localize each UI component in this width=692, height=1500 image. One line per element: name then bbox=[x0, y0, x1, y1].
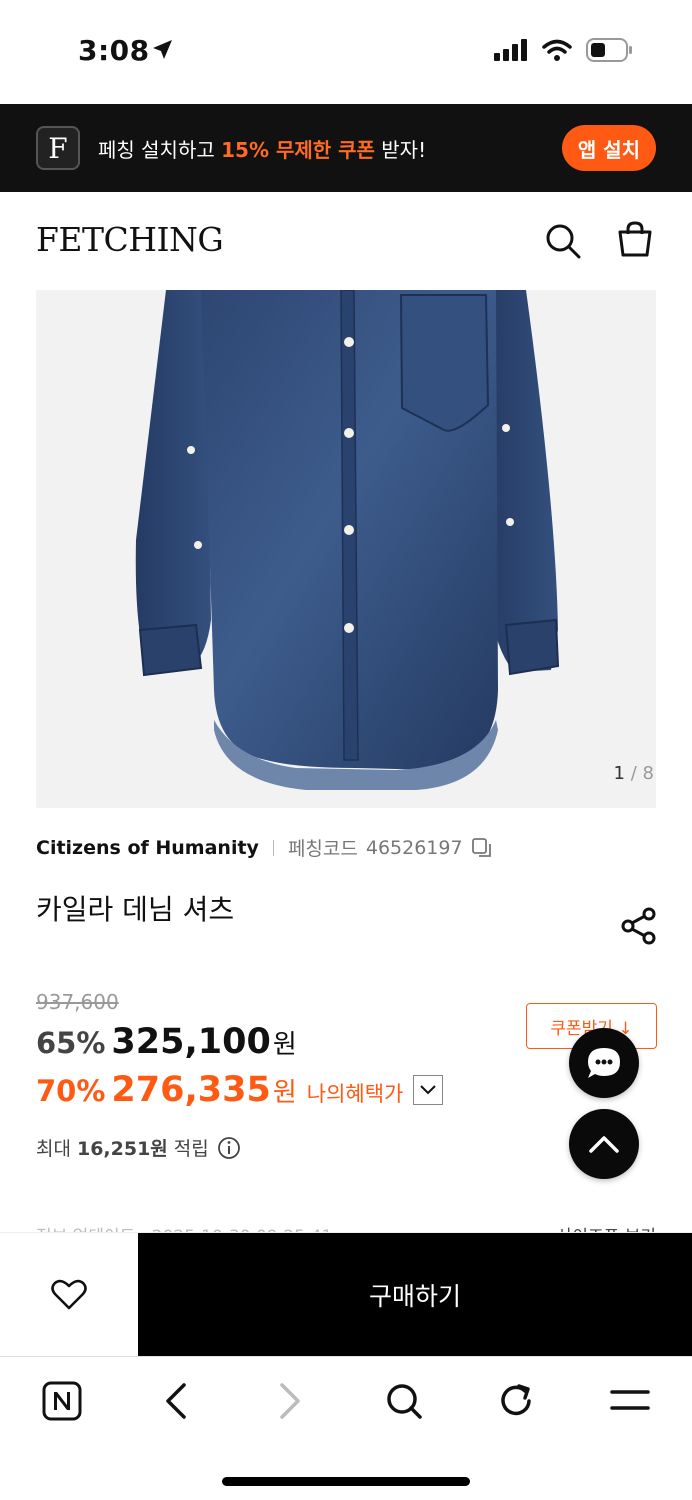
back-icon bbox=[166, 1383, 186, 1419]
divider bbox=[272, 839, 274, 856]
site-logo[interactable]: FETCHING bbox=[36, 220, 224, 259]
scroll-top-button[interactable] bbox=[569, 1109, 639, 1179]
chat-icon bbox=[588, 1048, 620, 1078]
brand-name[interactable]: Citizens of Humanity bbox=[36, 837, 259, 859]
purchase-bar: 구매하기 bbox=[0, 1232, 692, 1357]
refresh-button[interactable] bbox=[494, 1379, 538, 1423]
benefit-price: 276,335 bbox=[111, 1070, 271, 1110]
naver-home-button[interactable] bbox=[40, 1379, 84, 1423]
refresh-icon bbox=[501, 1384, 531, 1416]
brand-row: Citizens of Humanity 페칭코드 46526197 bbox=[36, 834, 493, 861]
location-arrow-icon bbox=[153, 40, 172, 59]
forward-button[interactable] bbox=[268, 1379, 312, 1423]
product-image[interactable]: 1 / 8 bbox=[36, 290, 656, 808]
benefit-currency-unit: 원 bbox=[272, 1078, 297, 1108]
chat-button[interactable] bbox=[569, 1028, 639, 1098]
sale-price: 325,100 bbox=[111, 1022, 271, 1062]
search-icon bbox=[387, 1384, 422, 1419]
app-logo: F bbox=[36, 126, 80, 170]
promo-text-before: 페칭 설치하고 bbox=[98, 137, 222, 162]
code-label: 페칭코드 bbox=[287, 838, 358, 860]
image-counter-separator: / bbox=[630, 763, 637, 784]
status-icons bbox=[494, 38, 634, 62]
benefit-percent: 70% bbox=[36, 1074, 106, 1108]
forward-icon bbox=[280, 1383, 300, 1419]
copy-icon[interactable] bbox=[471, 837, 493, 859]
benefit-label: 나의혜택가 bbox=[306, 1082, 404, 1106]
promo-highlight: 15% 무제한 쿠폰 bbox=[221, 137, 375, 162]
promo-banner: F 페칭 설치하고 15% 무제한 쿠폰 받자! 앱 설치 bbox=[0, 104, 692, 192]
chevron-down-icon bbox=[420, 1085, 437, 1095]
bag-icon[interactable] bbox=[616, 220, 654, 258]
wishlist-button[interactable] bbox=[0, 1233, 138, 1357]
browser-search-button[interactable] bbox=[382, 1379, 426, 1423]
menu-icon bbox=[610, 1390, 650, 1410]
benefit-expand-toggle[interactable] bbox=[413, 1075, 444, 1105]
signal-icon bbox=[494, 39, 527, 61]
search-icon[interactable] bbox=[544, 222, 582, 260]
home-indicator bbox=[222, 1477, 470, 1486]
menu-button[interactable] bbox=[608, 1379, 652, 1423]
share-icon[interactable] bbox=[620, 906, 658, 946]
image-counter: 1 / 8 bbox=[614, 763, 654, 784]
promo-text-after: 받자! bbox=[374, 137, 427, 162]
sale-percent: 65% bbox=[36, 1026, 106, 1060]
original-price: 937,600 bbox=[36, 990, 119, 1014]
product-code: 46526197 bbox=[365, 836, 463, 859]
buy-button[interactable]: 구매하기 bbox=[138, 1233, 692, 1357]
naver-icon bbox=[42, 1381, 82, 1421]
points-prefix: 최대 bbox=[36, 1138, 71, 1160]
currency-unit: 원 bbox=[272, 1030, 297, 1060]
status-time: 3:08 bbox=[78, 34, 150, 67]
sale-price-row: 65% 325,100 원 bbox=[36, 1022, 297, 1062]
back-button[interactable] bbox=[154, 1379, 198, 1423]
points-value: 16,251원 bbox=[76, 1138, 168, 1160]
arrow-up-icon bbox=[589, 1136, 619, 1153]
product-title: 카일라 데님 셔츠 bbox=[36, 893, 235, 926]
heart-icon bbox=[51, 1279, 87, 1310]
wifi-icon bbox=[542, 39, 572, 61]
battery-icon bbox=[586, 38, 632, 62]
points-info: 최대 16,251원 적립 bbox=[36, 1134, 241, 1161]
site-header: FETCHING bbox=[0, 192, 692, 290]
denim-shirt-image bbox=[135, 290, 560, 790]
install-app-button[interactable]: 앱 설치 bbox=[561, 125, 656, 171]
benefit-price-row: 70% 276,335 원 나의혜택가 bbox=[36, 1070, 444, 1110]
image-counter-total: 8 bbox=[642, 763, 654, 784]
status-bar: 3:08 bbox=[0, 0, 692, 104]
points-suffix: 적립 bbox=[173, 1138, 209, 1160]
image-counter-current: 1 bbox=[613, 763, 625, 784]
info-icon[interactable] bbox=[217, 1136, 241, 1160]
promo-text: 페칭 설치하고 15% 무제한 쿠폰 받자! bbox=[98, 134, 426, 163]
